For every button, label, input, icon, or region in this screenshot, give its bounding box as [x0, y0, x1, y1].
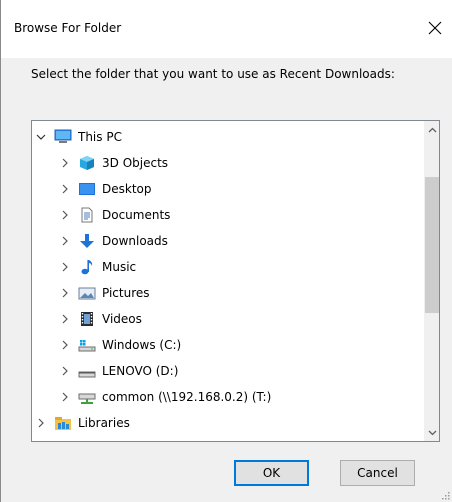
chevron-right-icon[interactable] [60, 366, 70, 376]
tree-item-desktop[interactable]: Desktop [32, 176, 424, 202]
title-bar: Browse For Folder [1, 0, 452, 58]
tree-item-music[interactable]: Music [32, 254, 424, 280]
download-arrow-icon [78, 233, 96, 249]
windows-drive-icon [78, 337, 96, 353]
videos-icon [78, 311, 96, 327]
chevron-right-icon[interactable] [60, 314, 70, 324]
3d-objects-icon [78, 155, 96, 171]
chevron-up-icon [428, 127, 436, 132]
tree-item-videos[interactable]: Videos [32, 306, 424, 332]
chevron-right-icon[interactable] [60, 340, 70, 350]
tree-item-common-network-t[interactable]: common (\\192.168.0.2) (T:) [32, 384, 424, 410]
desktop-icon [78, 181, 96, 197]
tree-item-label: Documents [102, 208, 171, 222]
tree-item-label: Downloads [102, 234, 168, 248]
scroll-up-button[interactable] [424, 121, 439, 138]
chevron-right-icon[interactable] [60, 158, 70, 168]
tree-item-label: common (\\192.168.0.2) (T:) [102, 390, 272, 404]
ok-button[interactable]: OK [234, 460, 309, 486]
tree-item-label: Libraries [78, 416, 130, 430]
chevron-right-icon[interactable] [60, 236, 70, 246]
chevron-right-icon[interactable] [60, 184, 70, 194]
tree-item-pictures[interactable]: Pictures [32, 280, 424, 306]
chevron-right-icon[interactable] [60, 392, 70, 402]
tree-item-label: 3D Objects [102, 156, 169, 170]
drive-icon [78, 363, 96, 379]
tree-item-documents[interactable]: Documents [32, 202, 424, 228]
libraries-icon [54, 415, 72, 431]
tree-item-lenovo-d[interactable]: LENOVO (D:) [32, 358, 424, 384]
resize-grip-icon[interactable] [440, 490, 450, 500]
music-note-icon [78, 259, 96, 275]
tree-item-libraries[interactable]: Libraries [32, 410, 424, 436]
tree-item-downloads[interactable]: Downloads [32, 228, 424, 254]
tree-item-label: Desktop [102, 182, 152, 196]
browse-for-folder-dialog: Browse For Folder Select the folder that… [0, 0, 452, 502]
chevron-right-icon[interactable] [60, 288, 70, 298]
tree-item-label: LENOVO (D:) [102, 364, 179, 378]
scrollbar-thumb[interactable] [425, 177, 439, 313]
window-title: Browse For Folder [14, 21, 122, 35]
tree-item-label: Windows (C:) [102, 338, 182, 352]
instruction-text: Select the folder that you want to use a… [31, 67, 395, 81]
documents-icon [78, 207, 96, 223]
vertical-scrollbar[interactable] [424, 121, 439, 441]
pictures-icon [78, 285, 96, 301]
chevron-down-icon [428, 430, 436, 435]
tree-item-this-pc[interactable]: This PC [32, 124, 424, 150]
chevron-right-icon[interactable] [36, 418, 46, 428]
close-icon [428, 21, 442, 35]
tree-item-windows-c[interactable]: Windows (C:) [32, 332, 424, 358]
chevron-right-icon[interactable] [60, 210, 70, 220]
tree-item-label: Music [102, 260, 137, 274]
tree-item-label: Videos [102, 312, 142, 326]
close-button[interactable] [419, 12, 451, 44]
tree-item-label: Pictures [102, 286, 150, 300]
chevron-right-icon[interactable] [60, 262, 70, 272]
monitor-icon [54, 129, 72, 145]
tree-item-label: This PC [78, 130, 122, 144]
cancel-button[interactable]: Cancel [340, 460, 415, 486]
tree-item-3d-objects[interactable]: 3D Objects [32, 150, 424, 176]
network-drive-icon [78, 389, 96, 405]
scroll-down-button[interactable] [424, 424, 439, 441]
chevron-down-icon[interactable] [36, 132, 46, 142]
folder-tree[interactable]: This PC 3D Objects Desktop Documents Dow… [31, 120, 440, 442]
